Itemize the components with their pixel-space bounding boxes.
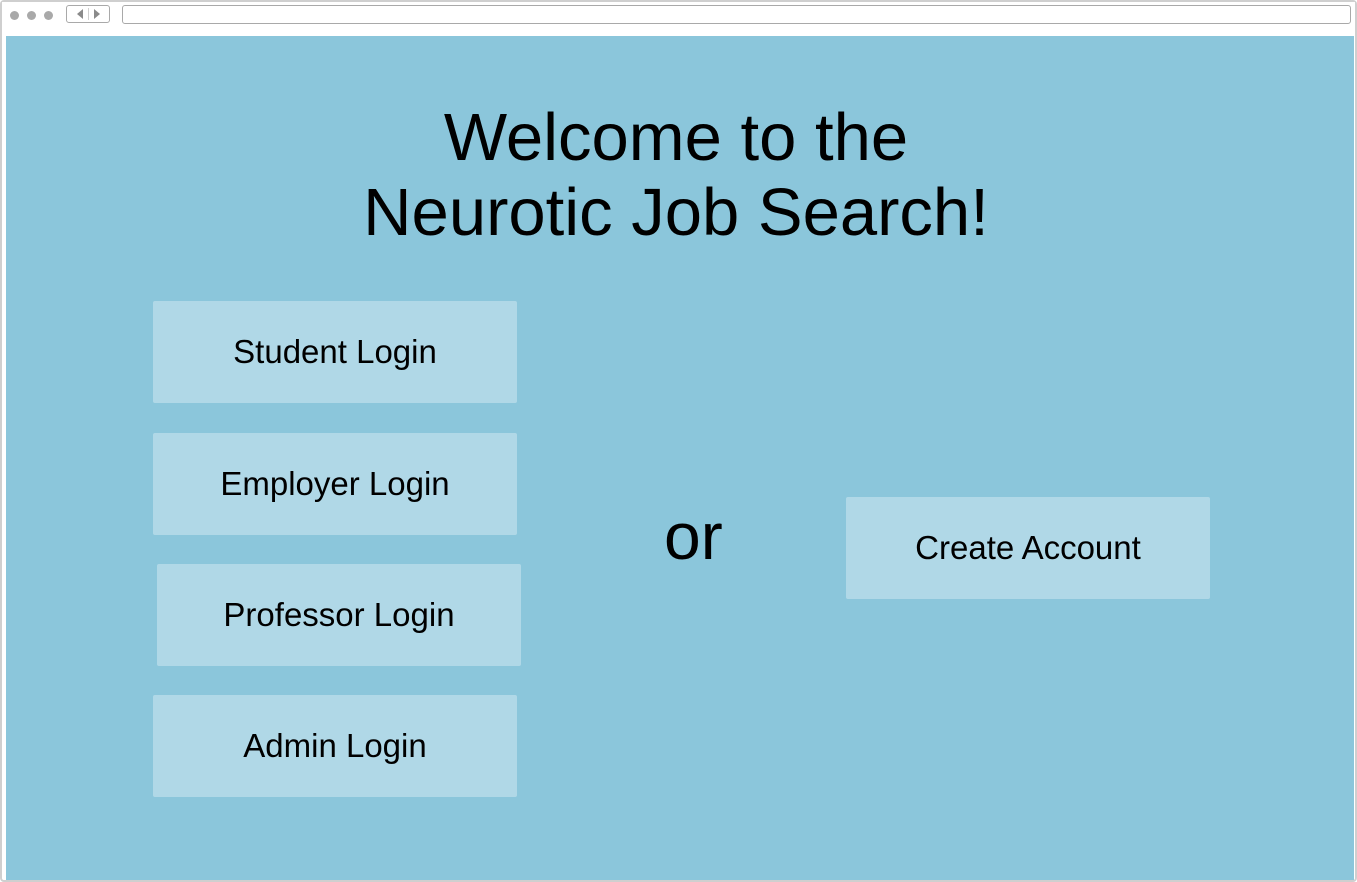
admin-login-button[interactable]: Admin Login <box>153 695 517 797</box>
create-account-button[interactable]: Create Account <box>846 497 1210 599</box>
student-login-button[interactable]: Student Login <box>153 301 517 403</box>
window-close-dot[interactable] <box>10 11 19 20</box>
browser-window: Welcome to the Neurotic Job Search! Stud… <box>0 0 1357 882</box>
or-separator: or <box>664 499 723 573</box>
forward-arrow-icon[interactable] <box>94 9 100 19</box>
navigation-buttons <box>66 5 110 23</box>
window-minimize-dot[interactable] <box>27 11 36 20</box>
address-bar[interactable] <box>122 5 1351 24</box>
nav-divider <box>88 8 89 20</box>
employer-login-button[interactable]: Employer Login <box>153 433 517 535</box>
professor-login-button[interactable]: Professor Login <box>157 564 521 666</box>
title-line-1: Welcome to the <box>443 100 909 175</box>
browser-toolbar <box>2 2 1355 32</box>
page-title: Welcome to the Neurotic Job Search! <box>6 100 1346 250</box>
back-arrow-icon[interactable] <box>77 9 83 19</box>
window-maximize-dot[interactable] <box>44 11 53 20</box>
page-content: Welcome to the Neurotic Job Search! Stud… <box>6 36 1354 880</box>
title-line-2: Neurotic Job Search! <box>363 175 989 250</box>
